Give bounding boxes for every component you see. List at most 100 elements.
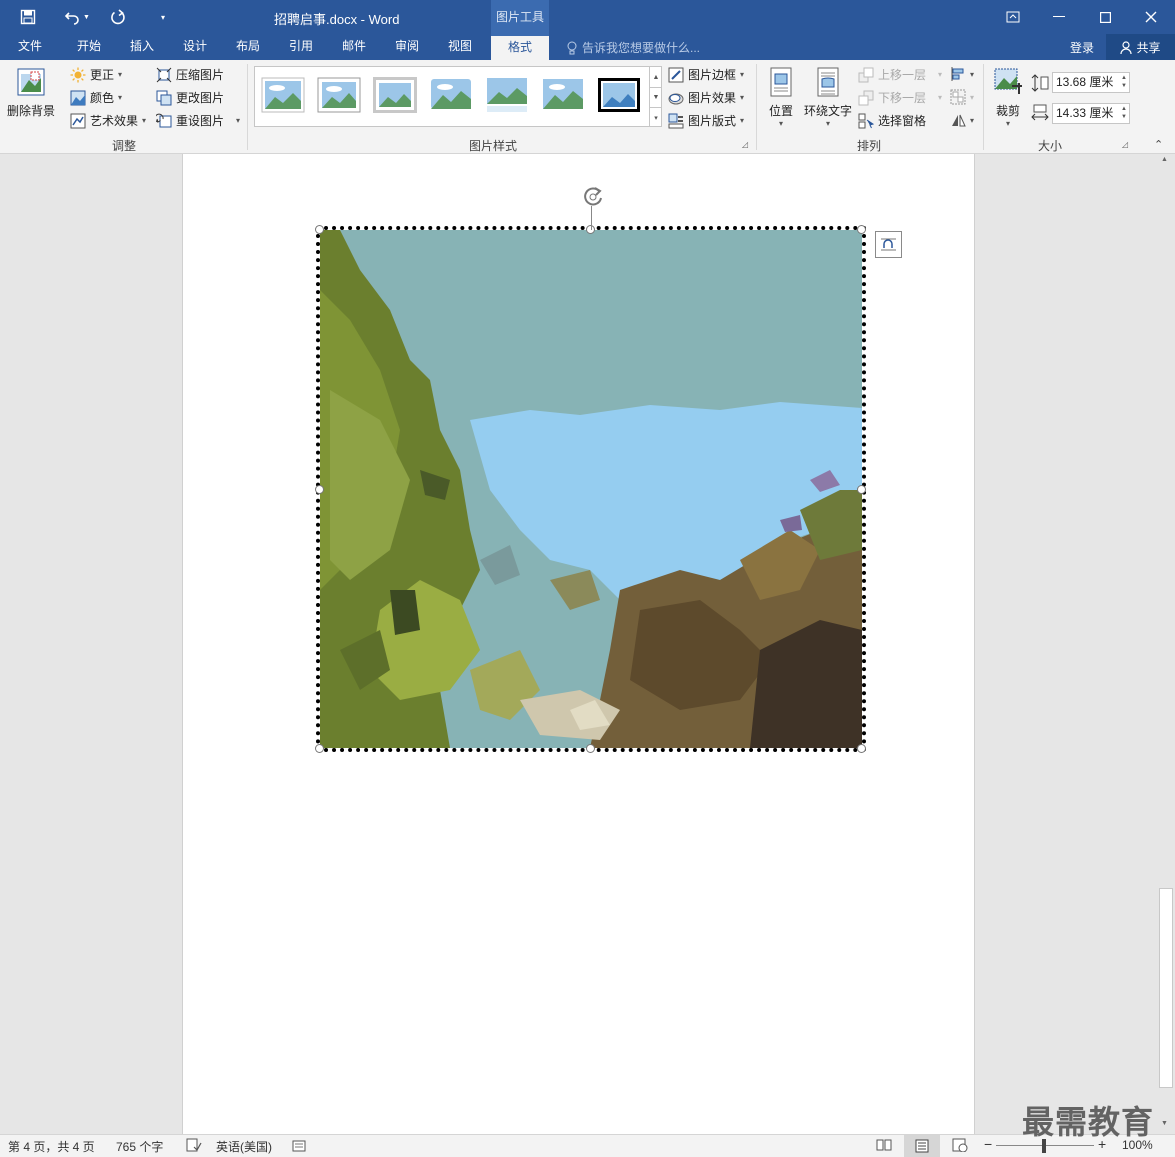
- width-spinner[interactable]: ▲ ▼: [1121, 105, 1127, 121]
- send-backward-button[interactable]: 下移一层 ▾: [858, 89, 942, 106]
- customize-toolbar-icon[interactable]: ▾: [154, 6, 172, 28]
- resize-handle-top-left[interactable]: [315, 225, 324, 234]
- picture-style-6[interactable]: [541, 77, 585, 113]
- tab-layout[interactable]: 布局: [225, 34, 271, 60]
- tab-view[interactable]: 视图: [437, 34, 483, 60]
- picture-border-label: 图片边框: [688, 68, 737, 82]
- close-icon[interactable]: [1128, 0, 1174, 34]
- align-button[interactable]: ▾: [950, 66, 974, 82]
- print-layout-icon[interactable]: [904, 1135, 940, 1157]
- change-picture-icon: [156, 90, 172, 106]
- wrap-text-button[interactable]: 环绕文字 ▾: [802, 66, 854, 128]
- chevron-down-icon: ▾: [938, 70, 943, 79]
- picture-layout-button[interactable]: 图片版式 ▾: [668, 112, 744, 129]
- resize-handle-top-right[interactable]: [857, 225, 866, 234]
- group-objects-icon: [950, 89, 966, 105]
- crop-button[interactable]: 裁剪 ▾: [990, 66, 1026, 128]
- chevron-down-icon: ▾: [118, 70, 123, 79]
- ribbon: 删除背景 更正 ▾ 颜色 ▾ 艺术效果 ▾ 压缩图片 更改图片 重设图片 ▾ 调…: [0, 60, 1175, 154]
- minimize-icon[interactable]: [1036, 0, 1082, 34]
- picture-style-7[interactable]: [597, 77, 641, 113]
- ribbon-display-icon[interactable]: [990, 0, 1036, 34]
- selected-picture[interactable]: [320, 230, 862, 748]
- scroll-down-icon[interactable]: ▼: [1161, 1120, 1168, 1127]
- picture-layout-icon: [668, 113, 684, 129]
- width-input[interactable]: 14.33 厘米 ▲ ▼: [1052, 103, 1130, 124]
- compress-pictures-button[interactable]: 压缩图片: [156, 66, 224, 83]
- group-objects-button[interactable]: ▾: [950, 89, 974, 105]
- bring-forward-button[interactable]: 上移一层 ▾: [858, 66, 942, 83]
- layout-options-icon[interactable]: [875, 231, 902, 258]
- rotate-handle-icon[interactable]: [580, 184, 606, 210]
- group-label-arrange: 排列: [857, 139, 882, 153]
- share-button[interactable]: 共享: [1106, 34, 1175, 60]
- gallery-more[interactable]: ▾: [649, 107, 662, 127]
- picture-style-3[interactable]: [373, 77, 417, 113]
- picture-style-4[interactable]: [429, 77, 473, 113]
- picture-effects-button[interactable]: 图片效果 ▾: [668, 89, 744, 106]
- tab-review[interactable]: 审阅: [384, 34, 430, 60]
- page-count[interactable]: 第 4 页，共 4 页: [8, 1138, 95, 1155]
- reset-picture-icon: [154, 113, 172, 129]
- picture-style-2[interactable]: [317, 77, 361, 113]
- tab-format[interactable]: 格式: [491, 34, 549, 60]
- picture-style-5[interactable]: [485, 77, 529, 113]
- gallery-scroll-up[interactable]: ▲: [649, 67, 662, 87]
- color-button[interactable]: 颜色 ▾: [70, 89, 122, 106]
- resize-handle-right[interactable]: [857, 485, 866, 494]
- redo-icon[interactable]: [106, 6, 130, 28]
- change-picture-button[interactable]: 更改图片: [156, 89, 224, 106]
- tell-me-text: 告诉我您想要做什么...: [582, 41, 701, 55]
- read-mode-icon[interactable]: [876, 1138, 892, 1155]
- tab-references[interactable]: 引用: [278, 34, 324, 60]
- tab-insert[interactable]: 插入: [119, 34, 165, 60]
- login-link[interactable]: 登录: [1070, 39, 1094, 56]
- artistic-effects-button[interactable]: 艺术效果 ▾: [70, 112, 146, 129]
- zoom-out-icon[interactable]: −: [984, 1136, 992, 1152]
- web-layout-icon[interactable]: [952, 1138, 968, 1155]
- tell-me-box[interactable]: 告诉我您想要做什么...: [566, 39, 700, 56]
- collapse-ribbon-icon[interactable]: ⌃: [1154, 138, 1163, 151]
- language-indicator[interactable]: 英语(美国): [216, 1138, 272, 1155]
- resize-handle-bottom[interactable]: [586, 744, 595, 753]
- resize-handle-bottom-left[interactable]: [315, 744, 324, 753]
- height-input[interactable]: 13.68 厘米 ▲ ▼: [1052, 72, 1130, 93]
- macro-record-icon[interactable]: [292, 1138, 306, 1155]
- dialog-launcher-icon[interactable]: ◿: [1122, 140, 1128, 149]
- gallery-scroll-down[interactable]: ▼: [649, 87, 662, 107]
- selection-pane-button[interactable]: 选择窗格: [858, 112, 926, 129]
- corrections-button[interactable]: 更正 ▾: [70, 66, 122, 83]
- picture-border-button[interactable]: 图片边框 ▾: [668, 66, 744, 83]
- resize-handle-left[interactable]: [315, 485, 324, 494]
- ribbon-tabs: 文件 开始 插入 设计 布局 引用 邮件 审阅 视图 格式 告诉我您想要做什么.…: [0, 34, 1175, 60]
- tab-home[interactable]: 开始: [66, 34, 112, 60]
- tab-design[interactable]: 设计: [172, 34, 218, 60]
- status-bar: 第 4 页，共 4 页 765 个字 英语(美国) − + 100%: [0, 1134, 1175, 1157]
- height-spinner[interactable]: ▲ ▼: [1121, 74, 1127, 90]
- bring-forward-label: 上移一层: [878, 68, 927, 82]
- tab-file[interactable]: 文件: [8, 34, 52, 60]
- chevron-down-icon: ▾: [740, 70, 745, 79]
- dialog-launcher-icon[interactable]: ◿: [742, 140, 748, 149]
- scroll-up-icon[interactable]: ▲: [1161, 156, 1168, 163]
- reset-picture-button[interactable]: 重设图片 ▾: [154, 112, 240, 129]
- artistic-effects-icon: [70, 113, 86, 129]
- picture-style-1[interactable]: [261, 77, 305, 113]
- rotate-button[interactable]: ▾: [950, 112, 974, 128]
- group-label-picture-styles: 图片样式: [469, 139, 518, 153]
- picture-tools-context: 图片工具: [491, 0, 549, 34]
- remove-background-button[interactable]: 删除背景: [4, 66, 58, 119]
- remove-background-icon: [15, 66, 47, 98]
- vertical-scrollbar[interactable]: ▲ ▼: [1157, 154, 1175, 1134]
- position-icon: [765, 66, 797, 98]
- maximize-icon[interactable]: [1082, 0, 1128, 34]
- save-icon[interactable]: [16, 6, 40, 28]
- undo-icon[interactable]: ▼: [60, 6, 94, 28]
- tab-mailings[interactable]: 邮件: [331, 34, 377, 60]
- word-count[interactable]: 765 个字: [116, 1138, 163, 1155]
- scrollbar-thumb[interactable]: [1159, 888, 1173, 1088]
- resize-handle-bottom-right[interactable]: [857, 744, 866, 753]
- position-button[interactable]: 位置 ▾: [762, 66, 800, 128]
- proofing-icon[interactable]: [186, 1138, 202, 1155]
- selection-pane-label: 选择窗格: [878, 114, 927, 128]
